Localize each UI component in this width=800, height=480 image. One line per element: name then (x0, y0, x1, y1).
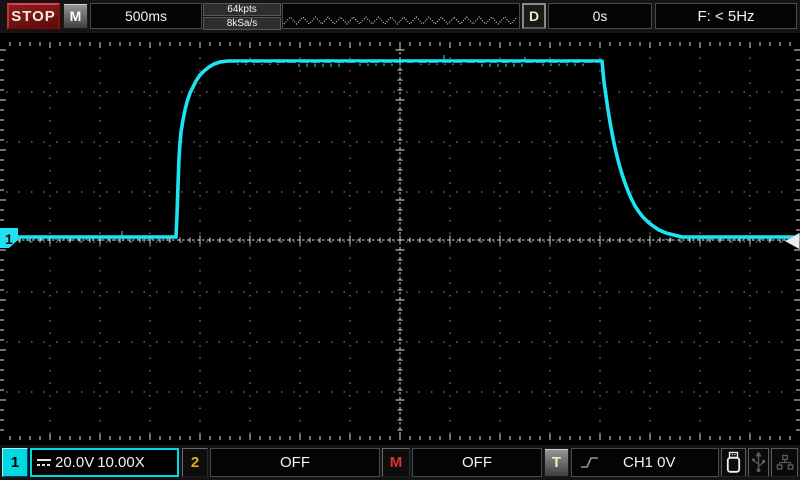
lan-icon (776, 454, 794, 472)
trigger-menu-button[interactable]: T (544, 448, 569, 477)
acquisition-info: 64kpts 8kSa/s (203, 3, 281, 29)
channel1-probe: 10.00X (97, 454, 145, 471)
usb-host-indicator (748, 448, 769, 477)
trigger-frequency-readout: F: < 5Hz (655, 3, 797, 29)
channel1-button[interactable]: 1 (2, 448, 28, 477)
lan-indicator (771, 448, 798, 477)
channel1-scale: 20.0V (55, 454, 94, 471)
ch1-position-marker[interactable]: 1 (0, 228, 18, 248)
waveform-display: 1 (0, 0, 800, 480)
dc-coupling-icon (37, 458, 52, 468)
channel2-button[interactable]: 2 (182, 448, 208, 477)
trace-noise (4, 55, 794, 241)
run-stop-button[interactable]: STOP (7, 3, 60, 29)
trigger-source-level: CH1 0V (623, 454, 676, 471)
usb-drive-icon (725, 451, 742, 474)
svg-text:1: 1 (5, 231, 13, 247)
math-status[interactable]: OFF (412, 448, 542, 477)
memory-waveform-preview[interactable] (282, 3, 520, 29)
channel1-settings[interactable]: 20.0V 10.00X (30, 448, 179, 477)
sample-rate: 8kSa/s (203, 17, 281, 30)
graticule (0, 42, 800, 440)
horizontal-offset-readout[interactable]: 0s (548, 3, 652, 29)
top-status-bar: STOP M 500ms 64kpts 8kSa/s D 0s F: < 5Hz (0, 0, 800, 33)
preview-zigzag-icon (283, 4, 519, 28)
rising-edge-icon (580, 455, 599, 470)
menu-button[interactable]: M (63, 3, 88, 29)
bottom-status-bar: 1 20.0V 10.00X 2 OFF M OFF T CH1 0V (0, 445, 800, 480)
timebase-readout[interactable]: 500ms (90, 3, 202, 29)
oscilloscope-screen: 1 STOP M 500ms 64kpts 8kSa/s D 0s F: < 5… (0, 0, 800, 480)
memory-depth: 64kpts (203, 3, 281, 16)
math-button[interactable]: M (382, 448, 410, 477)
usb-host-icon (751, 452, 766, 473)
display-menu-button[interactable]: D (522, 3, 546, 29)
trigger-settings[interactable]: CH1 0V (571, 448, 719, 477)
channel2-status[interactable]: OFF (210, 448, 380, 477)
usb-drive-indicator (721, 448, 746, 477)
